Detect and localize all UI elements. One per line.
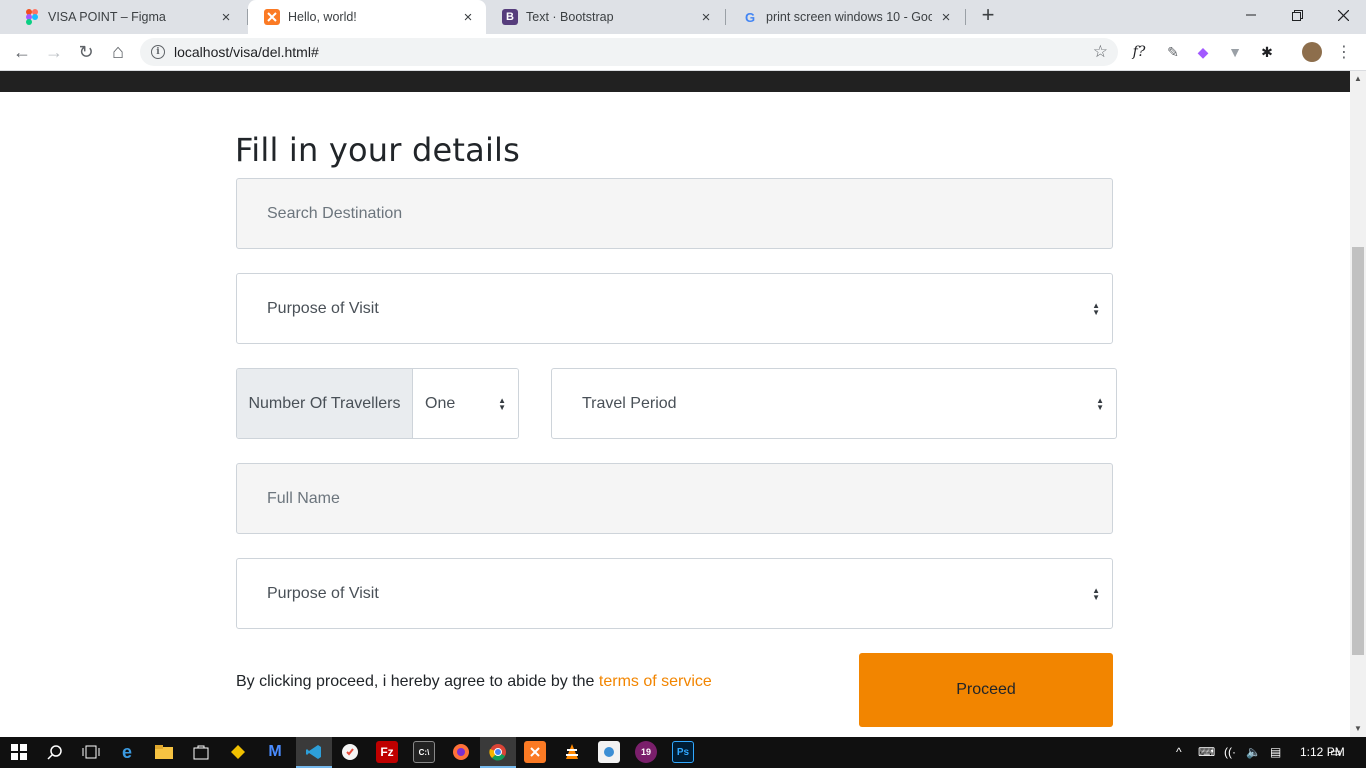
edge-icon[interactable]: e bbox=[116, 741, 138, 763]
bookmark-star-icon[interactable]: ☆ bbox=[1093, 42, 1108, 62]
purpose-of-visit-select[interactable]: Purpose of Visit ▲ ▼ bbox=[236, 273, 1113, 344]
tab-separator bbox=[965, 9, 966, 25]
address-bar[interactable]: i localhost/visa/del.html# ☆ bbox=[140, 38, 1118, 66]
page-viewport: Fill in your details Search Destination … bbox=[0, 71, 1350, 737]
travellers-input-group: Number Of Travellers One ▲ ▼ bbox=[236, 368, 519, 439]
notifications-icon[interactable]: ▭ bbox=[1330, 745, 1341, 759]
task-view-icon[interactable] bbox=[80, 741, 102, 763]
photoshop-icon[interactable]: Ps bbox=[672, 741, 694, 763]
full-name-input[interactable]: Full Name bbox=[236, 463, 1113, 534]
close-tab-icon[interactable]: × bbox=[460, 9, 476, 26]
cmd-icon[interactable]: C:\ bbox=[413, 741, 435, 763]
xampp-icon[interactable] bbox=[524, 741, 546, 763]
windows-start-icon[interactable] bbox=[8, 741, 30, 763]
profile-avatar[interactable] bbox=[1302, 42, 1322, 62]
page-scrollbar[interactable]: ▲ ▼ bbox=[1350, 71, 1366, 737]
select-caret-icon: ▲ ▼ bbox=[1092, 300, 1100, 317]
tab-title: VISA POINT – Figma bbox=[48, 10, 166, 24]
vscode-icon[interactable] bbox=[303, 741, 325, 763]
select-caret-icon: ▲ ▼ bbox=[1096, 395, 1104, 412]
search-icon[interactable] bbox=[44, 741, 66, 763]
tab-google-search[interactable]: G print screen windows 10 - Googl × bbox=[726, 0, 964, 34]
terms-of-service-link[interactable]: terms of service bbox=[599, 673, 712, 690]
select-value: Purpose of Visit bbox=[267, 584, 379, 602]
puzzle-extension-icon[interactable]: ✱ bbox=[1257, 42, 1277, 62]
home-button[interactable]: ⌂ bbox=[106, 40, 130, 64]
proceed-button[interactable]: Proceed bbox=[859, 653, 1113, 727]
select-value: Purpose of Visit bbox=[267, 299, 379, 317]
xampp-icon bbox=[264, 9, 280, 25]
travellers-select[interactable]: One ▲ ▼ bbox=[413, 369, 518, 438]
file-explorer-icon[interactable] bbox=[153, 741, 175, 763]
google-icon: G bbox=[744, 9, 756, 25]
select-caret-icon: ▲ ▼ bbox=[1092, 585, 1100, 602]
pen-extension-icon[interactable]: ✎ bbox=[1163, 42, 1183, 62]
windows-taskbar: e M Fz C:\ 19 Ps ^ ⌨ ((· 🔈 ▤ 1:12 PM ▭ bbox=[0, 737, 1366, 768]
tray-chevron-icon[interactable]: ^ bbox=[1176, 745, 1182, 759]
travel-period-select[interactable]: Travel Period ▲ ▼ bbox=[551, 368, 1117, 439]
tab-hello-world[interactable]: Hello, world! × bbox=[248, 0, 486, 34]
close-tab-icon[interactable]: × bbox=[218, 9, 234, 26]
address-url[interactable]: localhost/visa/del.html# bbox=[174, 44, 319, 60]
badge-icon[interactable]: 19 bbox=[635, 741, 657, 763]
tab-title: print screen windows 10 - Googl bbox=[766, 10, 932, 24]
scroll-down-arrow-icon[interactable]: ▼ bbox=[1350, 721, 1366, 737]
browser-menu-icon[interactable]: ⋮ bbox=[1334, 42, 1354, 62]
select-value: One bbox=[425, 394, 456, 412]
back-button[interactable]: ← bbox=[10, 40, 34, 64]
restore-button[interactable] bbox=[1274, 0, 1320, 30]
new-tab-button[interactable]: + bbox=[976, 4, 1000, 28]
keyboard-icon[interactable]: ⌨ bbox=[1198, 745, 1215, 759]
malwarebytes-icon[interactable]: M bbox=[264, 741, 286, 763]
search-destination-input[interactable]: Search Destination bbox=[236, 178, 1113, 249]
figma-icon bbox=[24, 9, 40, 25]
browser-tab-strip: VISA POINT – Figma × Hello, world! × B T… bbox=[0, 0, 1366, 34]
tab-title: Text · Bootstrap bbox=[526, 10, 614, 24]
navbar-bottom-edge bbox=[0, 71, 1350, 92]
bootstrap-icon: B bbox=[502, 9, 518, 25]
store-icon[interactable] bbox=[190, 741, 212, 763]
tab-figma[interactable]: VISA POINT – Figma × bbox=[8, 0, 244, 34]
close-tab-icon[interactable]: × bbox=[698, 9, 714, 26]
scrollbar-thumb[interactable] bbox=[1352, 247, 1364, 655]
paint-icon[interactable] bbox=[598, 741, 620, 763]
agreement-label: By clicking proceed, i hereby agree to a… bbox=[236, 673, 595, 690]
site-info-icon[interactable]: i bbox=[151, 45, 165, 59]
close-window-button[interactable] bbox=[1320, 0, 1366, 30]
select-value: Travel Period bbox=[582, 394, 677, 412]
forward-button[interactable]: → bbox=[42, 40, 66, 64]
browser-toolbar: ← → ↻ ⌂ i localhost/visa/del.html# ☆ f? … bbox=[0, 34, 1366, 71]
volume-icon[interactable]: 🔈 bbox=[1246, 745, 1261, 759]
formula-extension-icon[interactable]: f? bbox=[1129, 42, 1149, 62]
minimize-button[interactable] bbox=[1228, 0, 1274, 30]
page-title: Fill in your details bbox=[235, 131, 520, 169]
vue-extension-icon[interactable]: ▼ bbox=[1225, 42, 1245, 62]
color-extension-icon[interactable]: ◆ bbox=[1193, 42, 1213, 62]
tab-title: Hello, world! bbox=[288, 10, 357, 24]
wifi-icon[interactable]: ((· bbox=[1224, 745, 1236, 759]
vlc-icon[interactable] bbox=[561, 741, 583, 763]
agreement-text: By clicking proceed, i hereby agree to a… bbox=[236, 673, 712, 691]
purpose-of-visit-select-2[interactable]: Purpose of Visit ▲ ▼ bbox=[236, 558, 1113, 629]
firefox-icon[interactable] bbox=[450, 741, 472, 763]
close-tab-icon[interactable]: × bbox=[938, 9, 954, 26]
filezilla-icon[interactable]: Fz bbox=[376, 741, 398, 763]
tab-bootstrap[interactable]: B Text · Bootstrap × bbox=[486, 0, 724, 34]
reload-button[interactable]: ↻ bbox=[74, 40, 98, 64]
git-icon[interactable] bbox=[227, 741, 249, 763]
scroll-up-arrow-icon[interactable]: ▲ bbox=[1350, 71, 1366, 87]
chrome-icon[interactable] bbox=[487, 741, 509, 763]
todo-icon[interactable] bbox=[339, 741, 361, 763]
travellers-label: Number Of Travellers bbox=[237, 369, 413, 438]
language-icon[interactable]: ▤ bbox=[1270, 745, 1281, 759]
select-caret-icon: ▲ ▼ bbox=[498, 395, 506, 412]
